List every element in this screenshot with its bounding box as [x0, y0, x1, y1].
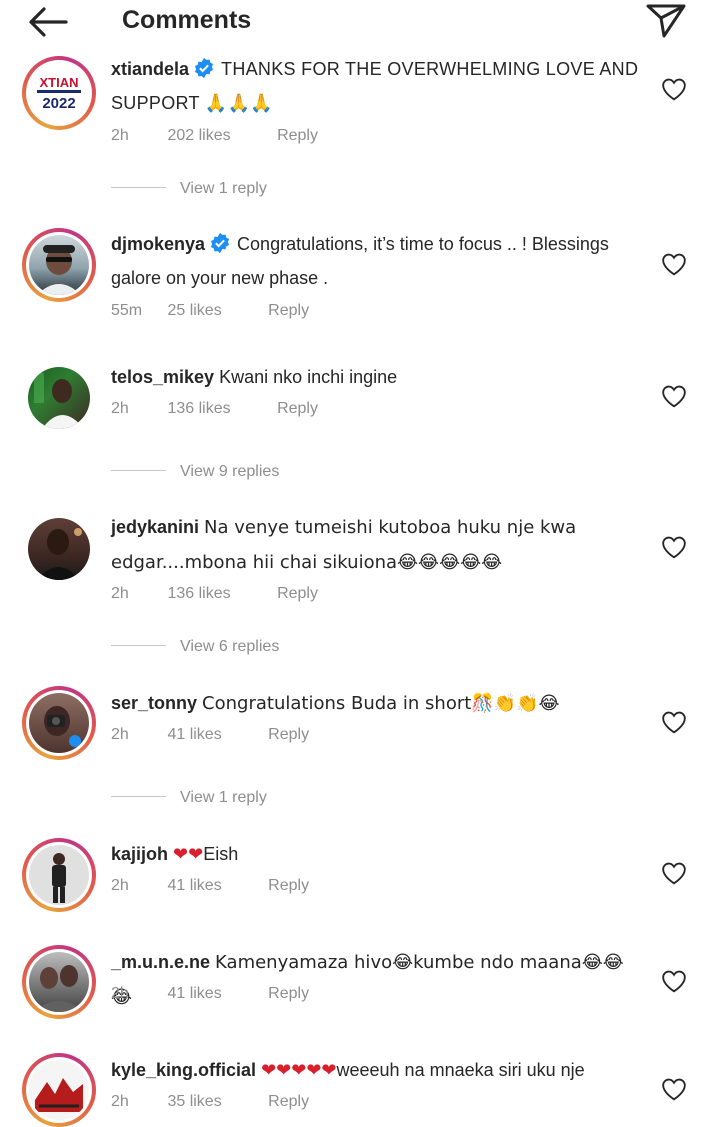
view-replies-button[interactable]: View 1 reply: [111, 789, 267, 807]
avatar[interactable]: [22, 228, 96, 302]
avatar[interactable]: [22, 1053, 96, 1127]
comments-feed[interactable]: XTIAN 2022 xtiandela THANKS FOR THE OVERW…: [0, 0, 720, 1127]
svg-text:2022: 2022: [42, 95, 75, 112]
svg-text:XTIAN: XTIAN: [40, 75, 79, 90]
comment-username[interactable]: kajijoh: [111, 844, 168, 864]
comment-username[interactable]: telos_mikey: [111, 367, 214, 387]
comment-time: 2h: [111, 127, 129, 144]
avatar[interactable]: [22, 512, 96, 586]
send-icon[interactable]: [644, 0, 688, 40]
heart-outline-icon[interactable]: [661, 1077, 687, 1101]
comment-time: 2h: [111, 985, 129, 1002]
comment-time: 2h: [111, 726, 129, 743]
header-bar: Comments: [0, 0, 720, 44]
comment-text: Eish: [203, 844, 239, 864]
comment-username[interactable]: djmokenya: [111, 234, 205, 254]
avatar[interactable]: XTIAN 2022: [22, 56, 96, 130]
heart-outline-icon[interactable]: [661, 969, 687, 993]
comment-username[interactable]: _m.u.n.e.ne: [111, 952, 210, 972]
comment-username[interactable]: jedykanini: [111, 517, 199, 537]
comment-time: 2h: [111, 400, 129, 417]
reply-button[interactable]: Reply: [268, 726, 309, 744]
hearts-emoji: ❤❤: [173, 844, 204, 865]
heart-outline-icon[interactable]: [661, 535, 687, 559]
comment-likes[interactable]: 41 likes: [167, 726, 221, 744]
comment-likes[interactable]: 25 likes: [167, 302, 221, 320]
comment-username[interactable]: kyle_king.official: [111, 1060, 256, 1080]
comment-likes[interactable]: 136 likes: [167, 585, 230, 603]
heart-outline-icon[interactable]: [661, 252, 687, 276]
comment-likes[interactable]: 35 likes: [167, 1093, 221, 1111]
comment-likes[interactable]: 41 likes: [167, 877, 221, 895]
comment-username[interactable]: xtiandela: [111, 59, 189, 79]
verified-badge-icon: [210, 232, 230, 254]
comment-likes[interactable]: 202 likes: [167, 127, 230, 145]
view-replies-button[interactable]: View 9 replies: [111, 463, 279, 481]
reply-button[interactable]: Reply: [277, 127, 318, 145]
reply-button[interactable]: Reply: [277, 400, 318, 418]
comment-time: 2h: [111, 877, 129, 894]
comment-text: Kwani nko inchi ingine: [219, 367, 398, 387]
comment-text: THANKS FOR THE OVERWHELMING LOVE AND SUP…: [111, 59, 639, 113]
reply-button[interactable]: Reply: [268, 302, 309, 320]
heart-outline-icon[interactable]: [661, 77, 687, 101]
avatar[interactable]: [22, 945, 96, 1019]
heart-outline-icon[interactable]: [661, 861, 687, 885]
comment-time: 2h: [111, 585, 129, 602]
reply-button[interactable]: Reply: [268, 1093, 309, 1111]
page-title: Comments: [122, 6, 252, 34]
heart-outline-icon[interactable]: [661, 710, 687, 734]
reply-button[interactable]: Reply: [268, 877, 309, 895]
comment-time: 2h: [111, 1093, 129, 1110]
comment-username[interactable]: ser_tonny: [111, 693, 197, 713]
view-replies-button[interactable]: View 1 reply: [111, 180, 267, 198]
comment-time: 55m: [111, 302, 143, 319]
comment-likes[interactable]: 136 likes: [167, 400, 230, 418]
hearts-emoji: ❤❤❤❤❤: [261, 1060, 337, 1081]
view-replies-button[interactable]: View 6 replies: [111, 638, 279, 656]
verified-badge-icon: [194, 57, 214, 79]
heart-outline-icon[interactable]: [661, 384, 687, 408]
avatar[interactable]: [22, 838, 96, 912]
avatar[interactable]: [22, 361, 96, 435]
comment-text: Congratulations Buda in short🎊👏👏😂: [202, 693, 560, 714]
comment-text: weeeuh na mnaeka siri uku nje: [336, 1060, 585, 1080]
reply-button[interactable]: Reply: [277, 585, 318, 603]
back-arrow-icon[interactable]: [26, 4, 70, 40]
xtian-2022-logo: XTIAN 2022: [29, 63, 89, 123]
comment-likes[interactable]: 41 likes: [167, 985, 221, 1003]
reply-button[interactable]: Reply: [268, 985, 309, 1003]
avatar[interactable]: [22, 686, 96, 760]
